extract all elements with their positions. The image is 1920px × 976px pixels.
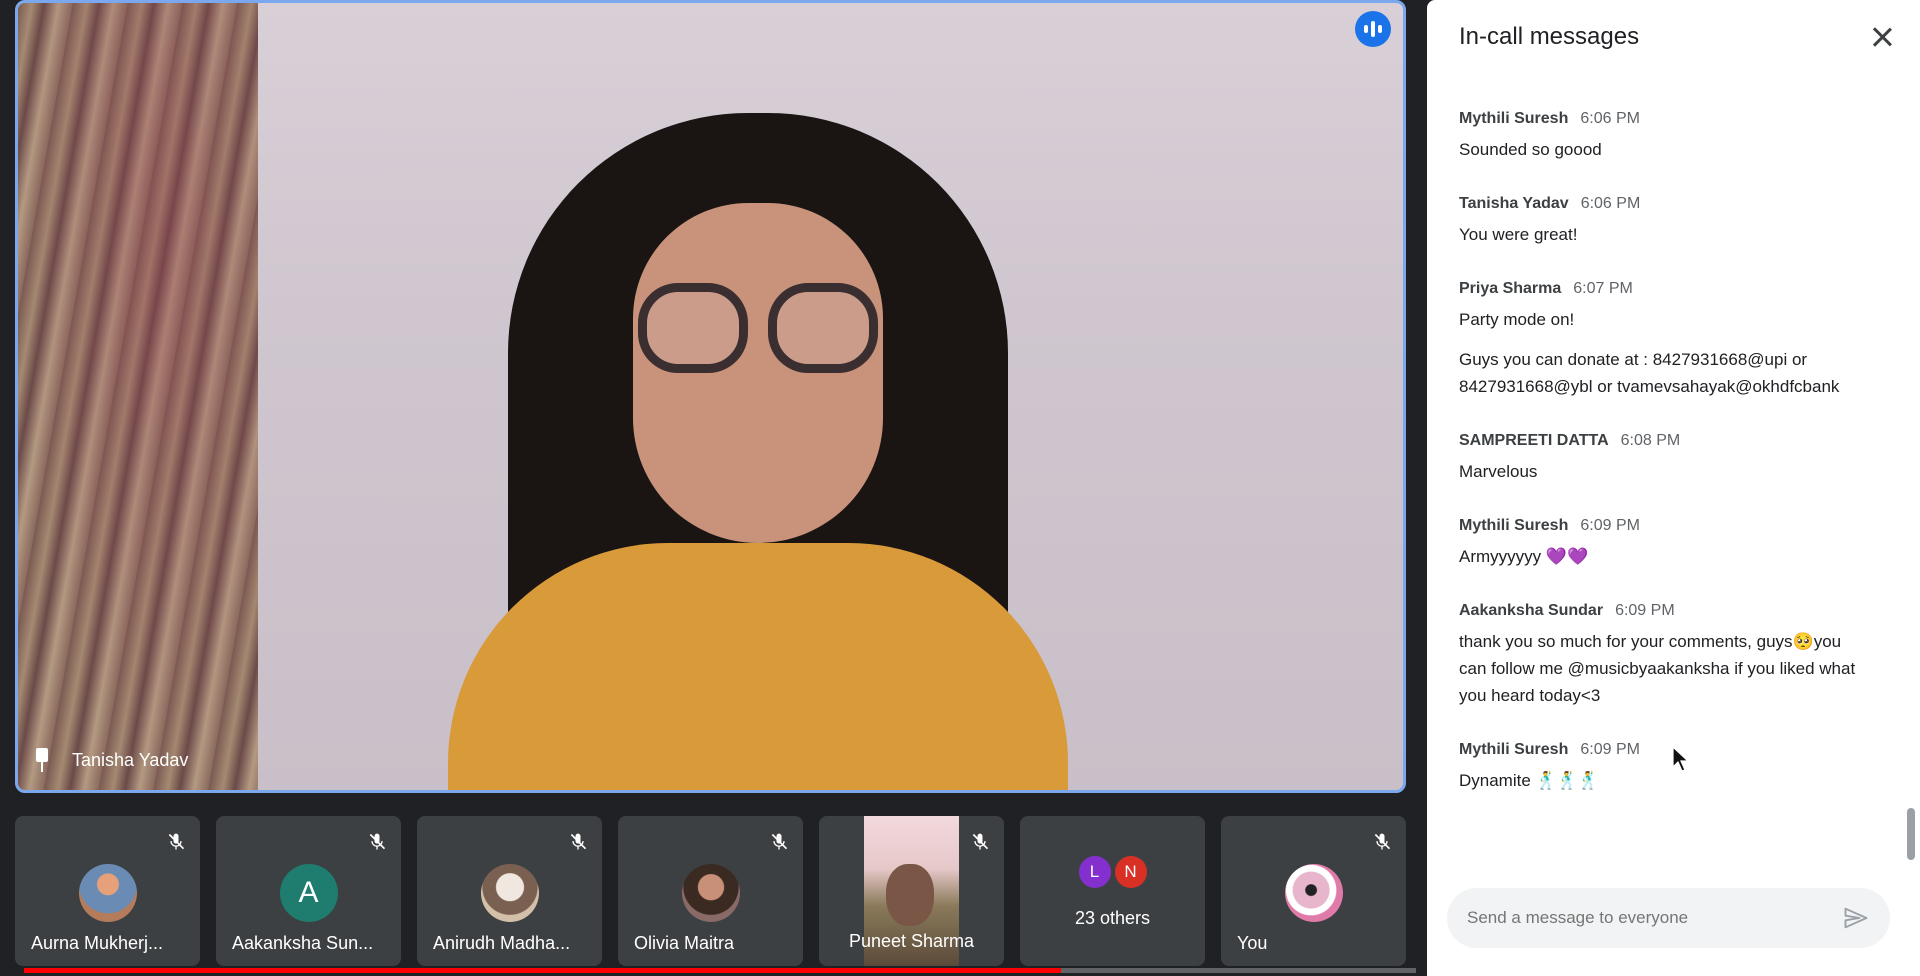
message-sender: Priya Sharma: [1459, 280, 1562, 297]
participant-tile[interactable]: A Aakanksha Sun...: [216, 816, 401, 966]
chat-panel: In-call messages Mythili Suresh 6:06 PM So…: [1427, 0, 1920, 976]
message-composer: [1447, 888, 1890, 948]
others-avatars: L N: [1078, 856, 1147, 888]
participant-name: Aakanksha Sun...: [232, 933, 374, 953]
video-progress-bar[interactable]: [24, 968, 1416, 973]
send-icon[interactable]: [1842, 904, 1870, 932]
message-text: Dynamite 🕺🕺🕺: [1459, 771, 1600, 790]
message-text: Guys you can donate at : 8427931668@upi …: [1459, 350, 1808, 369]
message-text: Marvelous: [1459, 462, 1538, 481]
chat-scrollbar[interactable]: [1907, 808, 1915, 860]
mic-off-icon: [166, 832, 186, 852]
avatar: [681, 864, 740, 922]
message-text: you heard today<3: [1459, 686, 1601, 705]
avatar: L: [1078, 856, 1111, 888]
message-time: 6:09 PM: [1580, 741, 1640, 758]
mic-off-icon: [769, 832, 789, 852]
message-text: Party mode on!: [1459, 310, 1575, 329]
avatar: [78, 864, 137, 922]
participant-name: Aurna Mukherj...: [31, 933, 164, 953]
participant-name: Puneet Sharma: [848, 931, 975, 951]
message-list: Mythili Suresh 6:06 PM Sounded so goood Tan…: [1459, 110, 1880, 826]
participant-name: Olivia Maitra: [634, 933, 735, 953]
meet-window: Tanisha Yadav Aurna Mukherj... A Aakanks…: [0, 0, 1920, 976]
participant-tile[interactable]: Puneet Sharma: [819, 816, 1004, 966]
chat-message: Mythili Suresh 6:09 PM Armyyyyyy 💜💜: [1459, 517, 1880, 570]
background-curtain: [18, 3, 258, 790]
message-text: thank you so much for your comments, guy…: [1459, 632, 1842, 651]
chat-message: Tanisha Yadav 6:06 PM You were great!: [1459, 195, 1880, 248]
participant-name: You: [1237, 933, 1268, 953]
progress-fill: [24, 968, 1062, 973]
message-text: Armyyyyyy 💜💜: [1459, 547, 1589, 566]
mouse-cursor-icon: [1672, 746, 1690, 772]
message-text: 8427931668@ybl or tvamevsahayak@okhdfcba…: [1459, 377, 1840, 396]
avatar: N: [1114, 856, 1147, 888]
mic-off-icon: [1372, 832, 1392, 852]
message-time: 6:07 PM: [1573, 280, 1633, 297]
chat-message: Mythili Suresh 6:09 PM Dynamite 🕺🕺🕺: [1459, 741, 1880, 794]
mic-off-icon: [970, 832, 990, 852]
avatar: [480, 864, 539, 922]
message-input[interactable]: [1467, 908, 1842, 928]
chat-header: In-call messages: [1427, 0, 1920, 74]
speaker-name: Tanisha Yadav: [72, 749, 189, 770]
message-sender: Mythili Suresh: [1459, 517, 1569, 534]
pin-icon[interactable]: [34, 748, 50, 772]
message-sender: Mythili Suresh: [1459, 110, 1569, 127]
message-text: You were great!: [1459, 225, 1578, 244]
mic-off-icon: [568, 832, 588, 852]
avatar: [1284, 864, 1343, 922]
chat-message: Priya Sharma 6:07 PM Party mode on! Guys yo…: [1459, 280, 1880, 400]
participant-tile[interactable]: Olivia Maitra: [618, 816, 803, 966]
participant-tile[interactable]: Anirudh Madha...: [417, 816, 602, 966]
message-sender: Tanisha Yadav: [1459, 195, 1569, 212]
message-sender: SAMPREETI DATTA: [1459, 432, 1609, 449]
message-time: 6:06 PM: [1580, 110, 1640, 127]
speaker-label: Tanisha Yadav: [34, 748, 188, 772]
speaker-video: [448, 113, 1068, 790]
message-time: 6:08 PM: [1620, 432, 1681, 449]
others-count: 23 others: [1074, 908, 1151, 928]
chat-title: In-call messages: [1459, 23, 1640, 50]
main-video-tile[interactable]: Tanisha Yadav: [15, 0, 1406, 793]
message-text: Sounded so goood: [1459, 140, 1602, 159]
message-time: 6:09 PM: [1580, 517, 1640, 534]
close-icon[interactable]: [1868, 23, 1896, 51]
message-sender: Mythili Suresh: [1459, 741, 1569, 758]
chat-message: Mythili Suresh 6:06 PM Sounded so goood: [1459, 110, 1880, 163]
chat-message: Aakanksha Sundar 6:09 PM thank you so much…: [1459, 602, 1880, 709]
message-time: 6:09 PM: [1615, 602, 1675, 619]
participant-name: Anirudh Madha...: [433, 933, 571, 953]
others-tile[interactable]: L N 23 others: [1020, 816, 1205, 966]
message-sender: Aakanksha Sundar: [1459, 602, 1604, 619]
avatar: A: [279, 864, 338, 922]
mic-off-icon: [367, 832, 387, 852]
message-time: 6:06 PM: [1580, 195, 1641, 212]
self-tile[interactable]: You: [1221, 816, 1406, 966]
participant-tile[interactable]: Aurna Mukherj...: [15, 816, 200, 966]
participant-strip: Aurna Mukherj... A Aakanksha Sun... Anir…: [15, 816, 1407, 966]
message-text: can follow me @musicbyaakanksha if you l…: [1459, 659, 1856, 678]
audio-wave-icon: [1355, 11, 1391, 47]
chat-message: SAMPREETI DATTA 6:08 PM Marvelous: [1459, 432, 1880, 485]
